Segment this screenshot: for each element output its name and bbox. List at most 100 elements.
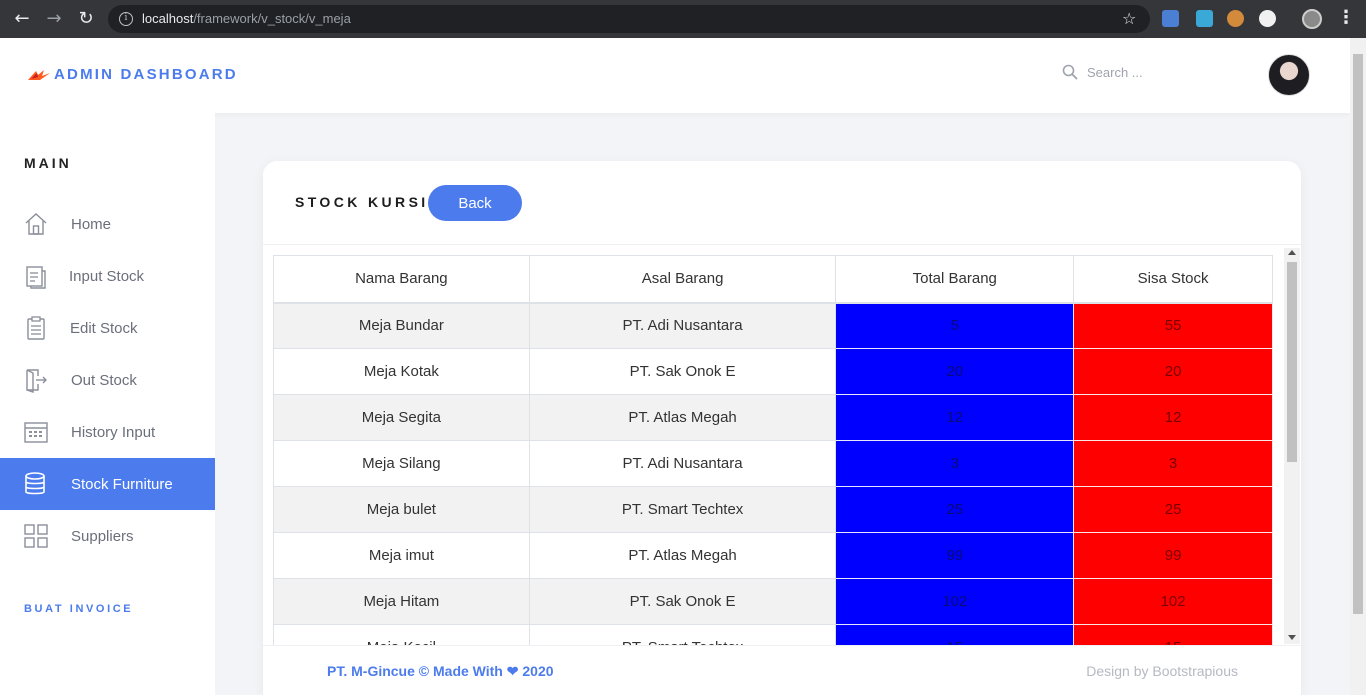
sidebar: MAIN Home Input Stock Edit Stock Out Sto… <box>0 113 215 695</box>
reload-icon[interactable]: ↻ <box>76 9 96 29</box>
sidebar-item-suppliers[interactable]: Suppliers <box>0 510 215 562</box>
cell-sisa-stock: 3 <box>1073 440 1273 487</box>
scroll-up-arrow-icon[interactable] <box>1288 250 1296 255</box>
table-header-row: Nama Barang Asal Barang Total Barang Sis… <box>273 255 1273 304</box>
card-divider <box>263 244 1301 245</box>
buat-invoice-link[interactable]: BUAT INVOICE <box>24 603 133 615</box>
brand-logo-icon <box>28 69 50 80</box>
footer: PT. M-Gincue © Made With ❤ 2020 Design b… <box>263 645 1301 695</box>
cell-total-barang: 3 <box>835 440 1075 487</box>
stock-table: Nama Barang Asal Barang Total Barang Sis… <box>273 255 1273 645</box>
column-header-total-barang[interactable]: Total Barang <box>835 255 1075 304</box>
cell-total-barang: 5 <box>835 302 1075 349</box>
grid-icon <box>24 524 48 548</box>
document-icon <box>26 266 46 289</box>
bookmark-star-icon[interactable]: ☆ <box>1122 9 1136 28</box>
calendar-icon <box>24 422 48 443</box>
search-box[interactable] <box>1062 64 1237 80</box>
footer-year: 2020 <box>522 663 554 679</box>
search-input[interactable] <box>1087 64 1237 80</box>
sidebar-item-label: Suppliers <box>71 527 134 545</box>
table-row: Meja Hitam PT. Sak Onok E 102 102 <box>273 578 1273 625</box>
cell-nama-barang: Meja Kotak <box>273 348 530 395</box>
cell-nama-barang: Meja Segita <box>273 394 530 441</box>
cell-sisa-stock: 12 <box>1073 394 1273 441</box>
sidebar-item-label: Home <box>71 215 112 233</box>
database-icon <box>25 472 45 495</box>
sidebar-item-label: Input Stock <box>69 267 145 285</box>
translate-extension-icon[interactable] <box>1162 10 1179 27</box>
info-icon[interactable]: i <box>119 12 133 26</box>
footer-company: PT. M-Gincue © Made With <box>327 663 503 679</box>
profile-avatar-icon[interactable] <box>1302 9 1322 29</box>
column-header-sisa-stock[interactable]: Sisa Stock <box>1073 255 1273 304</box>
cell-asal-barang: PT. Sak Onok E <box>528 348 837 395</box>
menu-kebab-icon[interactable]: ⋮ <box>1337 8 1355 28</box>
brand-title: ADMIN DASHBOARD <box>54 66 238 83</box>
footer-copyright: PT. M-Gincue © Made With ❤ 2020 <box>327 663 554 680</box>
cell-total-barang: 99 <box>835 532 1075 579</box>
page-scrollbar[interactable] <box>1350 38 1366 695</box>
sidebar-item-history-input[interactable]: History Input <box>0 406 215 458</box>
cell-total-barang: 25 <box>835 486 1075 533</box>
table-scrollbar[interactable] <box>1284 248 1300 644</box>
back-button[interactable]: Back <box>428 185 522 221</box>
stock-table-wrapper[interactable]: Nama Barang Asal Barang Total Barang Sis… <box>273 255 1273 645</box>
cell-sisa-stock: 102 <box>1073 578 1273 625</box>
scroll-down-arrow-icon[interactable] <box>1288 635 1296 640</box>
user-avatar[interactable] <box>1268 54 1310 96</box>
footer-design-credit[interactable]: Design by Bootstrapious <box>1086 663 1238 679</box>
cell-asal-barang: PT. Adi Nusantara <box>528 302 837 349</box>
cell-sisa-stock: 15 <box>1073 624 1273 645</box>
clipboard-icon <box>27 316 45 340</box>
cell-nama-barang: Meja bulet <box>273 486 530 533</box>
cell-asal-barang: PT. Smart Techtex <box>528 624 837 645</box>
address-bar[interactable]: i localhost/framework/v_stock/v_meja ☆ <box>108 5 1150 33</box>
table-scrollbar-thumb[interactable] <box>1287 262 1297 462</box>
url-host: localhost <box>142 11 194 26</box>
table-row: Meja Silang PT. Adi Nusantara 3 3 <box>273 440 1273 487</box>
cell-nama-barang: Meja Bundar <box>273 302 530 349</box>
sidebar-item-label: History Input <box>71 423 156 441</box>
extension-icon[interactable] <box>1196 10 1213 27</box>
sidebar-item-edit-stock[interactable]: Edit Stock <box>0 302 215 354</box>
sidebar-item-home[interactable]: Home <box>0 198 215 250</box>
sidebar-item-input-stock[interactable]: Input Stock <box>0 250 215 302</box>
sidebar-item-out-stock[interactable]: Out Stock <box>0 354 215 406</box>
cell-sisa-stock: 25 <box>1073 486 1273 533</box>
cell-total-barang: 102 <box>835 578 1075 625</box>
cell-nama-barang: Meja Kecil <box>273 624 530 645</box>
forward-arrow-icon[interactable]: → <box>44 9 64 29</box>
cell-asal-barang: PT. Sak Onok E <box>528 578 837 625</box>
sidebar-item-stock-furniture[interactable]: Stock Furniture <box>0 458 215 510</box>
url-path: /framework/v_stock/v_meja <box>193 11 351 26</box>
cell-asal-barang: PT. Atlas Megah <box>528 532 837 579</box>
column-header-asal-barang[interactable]: Asal Barang <box>528 255 837 304</box>
cell-total-barang: 12 <box>835 394 1075 441</box>
top-header: ADMIN DASHBOARD <box>0 38 1350 113</box>
cell-asal-barang: PT. Adi Nusantara <box>528 440 837 487</box>
cell-total-barang: 20 <box>835 348 1075 395</box>
owl-extension-icon[interactable] <box>1227 10 1244 27</box>
sidebar-item-label: Out Stock <box>71 371 137 389</box>
cell-total-barang: 15 <box>835 624 1075 645</box>
sidebar-item-label: Stock Furniture <box>71 475 173 493</box>
card-title: STOCK KURSI <box>295 194 429 210</box>
extension-circle-icon[interactable] <box>1259 10 1276 27</box>
back-arrow-icon[interactable]: ← <box>12 9 32 29</box>
cell-nama-barang: Meja Hitam <box>273 578 530 625</box>
search-icon <box>1062 64 1078 80</box>
table-row: Meja Segita PT. Atlas Megah 12 12 <box>273 394 1273 441</box>
page-scrollbar-thumb[interactable] <box>1353 54 1363 614</box>
table-row: Meja imut PT. Atlas Megah 99 99 <box>273 532 1273 579</box>
sidebar-section-title: MAIN <box>24 155 72 171</box>
table-row: Meja Kotak PT. Sak Onok E 20 20 <box>273 348 1273 395</box>
heart-icon: ❤ <box>506 663 519 679</box>
url-text[interactable]: localhost/framework/v_stock/v_meja <box>142 11 351 26</box>
cell-nama-barang: Meja imut <box>273 532 530 579</box>
cell-asal-barang: PT. Atlas Megah <box>528 394 837 441</box>
brand[interactable]: ADMIN DASHBOARD <box>28 66 238 83</box>
table-row: Meja bulet PT. Smart Techtex 25 25 <box>273 486 1273 533</box>
cell-nama-barang: Meja Silang <box>273 440 530 487</box>
column-header-nama-barang[interactable]: Nama Barang <box>273 255 530 304</box>
